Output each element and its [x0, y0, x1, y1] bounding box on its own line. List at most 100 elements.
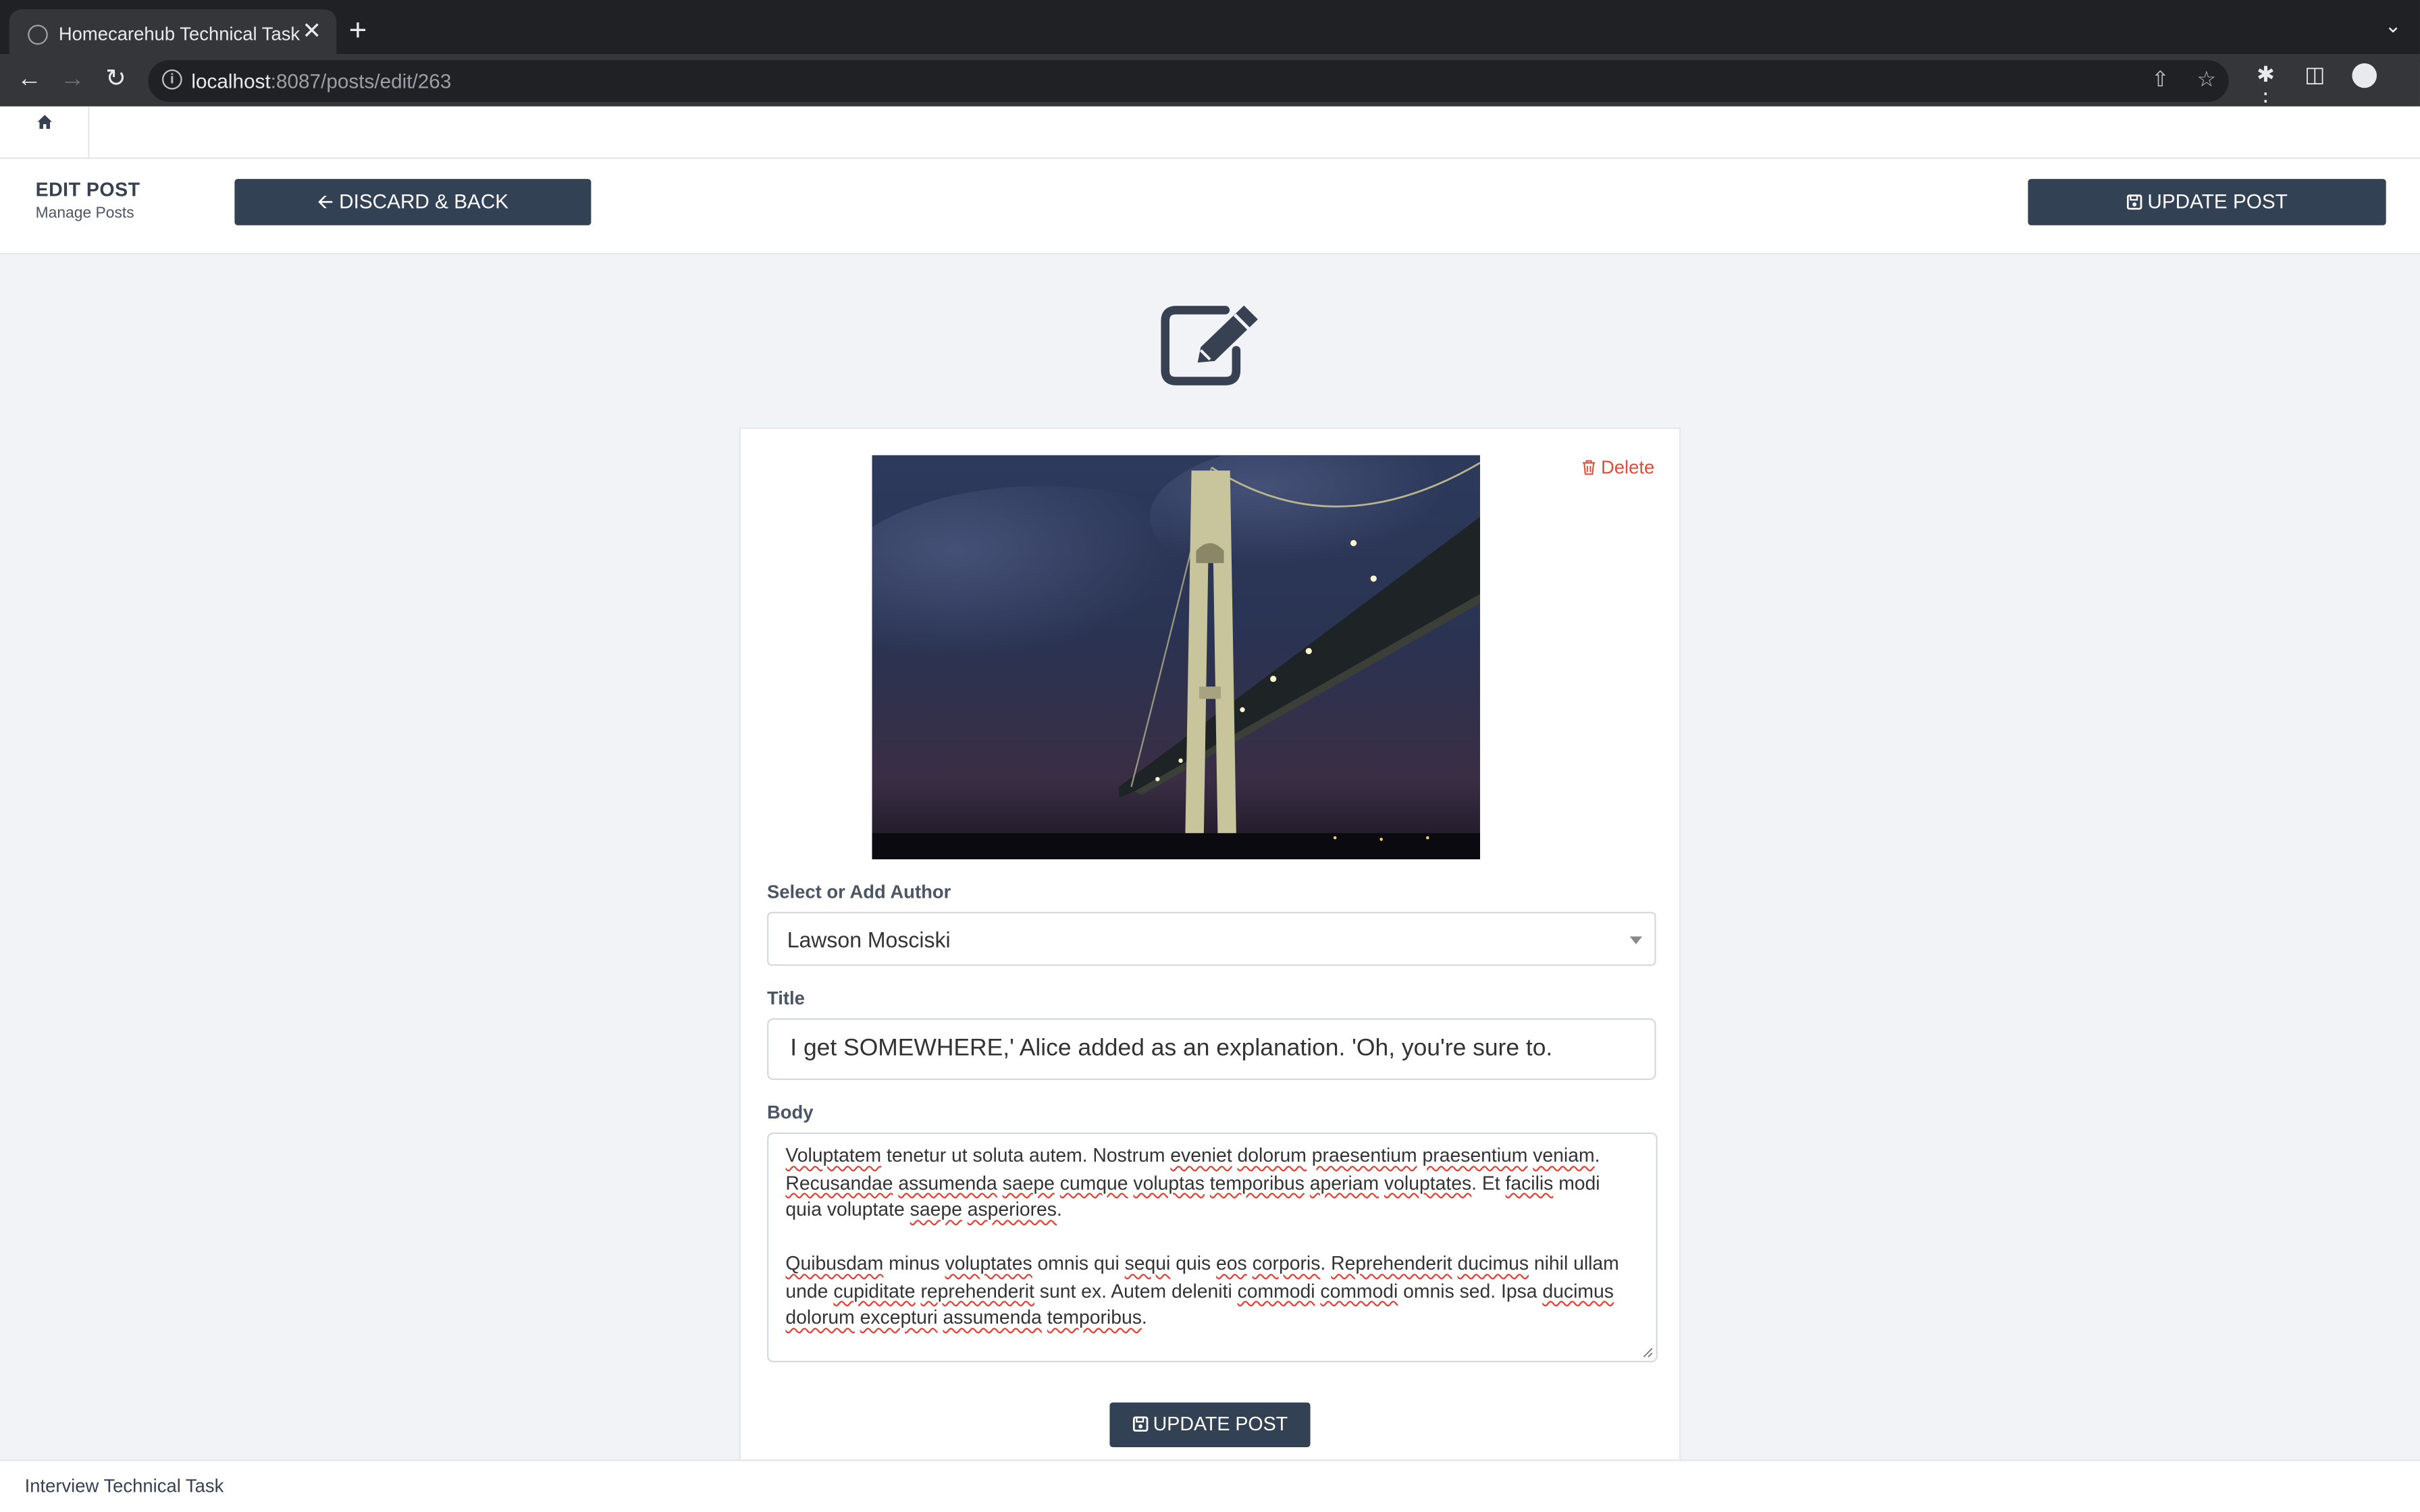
misspelled-word: Voluptatem [785, 1144, 882, 1166]
delete-image-button[interactable]: Delete [1582, 457, 1654, 479]
misspelled-word: dolorum [785, 1306, 855, 1328]
misspelled-word: ducimus [1457, 1252, 1529, 1274]
home-icon [37, 115, 53, 129]
body-text [916, 1280, 921, 1301]
resize-handle-icon[interactable] [1642, 1347, 1653, 1357]
body-text [1379, 1172, 1384, 1193]
title-input[interactable]: I get SOMEWHERE,' Alice added as an expl… [766, 1018, 1656, 1080]
page-header: EDIT POST Manage Posts 🡨 DISCARD & BACK … [0, 159, 2420, 255]
body-text: . [1056, 1198, 1062, 1220]
misspelled-word: Reprehenderit [1331, 1252, 1452, 1274]
side-panel-icon[interactable]: ◫ [2293, 61, 2336, 88]
misspelled-word: ducimus [1542, 1279, 1614, 1301]
tab-search-chevron-icon[interactable]: ⌄ [2385, 14, 2402, 39]
misspelled-word: voluptates [1384, 1171, 1472, 1193]
top-navigation [0, 106, 2420, 159]
edit-post-card: Delete Select or Add Author Lawson Mosci… [739, 427, 1681, 1477]
misspelled-word: reprehenderit [920, 1279, 1034, 1301]
share-icon[interactable]: ⇧ [2151, 66, 2169, 91]
misspelled-word: sequi [1124, 1252, 1171, 1274]
misspelled-word: temporibus [1047, 1306, 1142, 1328]
misspelled-word: saepe [910, 1198, 962, 1220]
trash-icon [1582, 460, 1596, 475]
edit-square-icon [1161, 305, 1258, 385]
misspelled-word: cupiditate [833, 1279, 916, 1301]
footer-text: Interview Technical Task [24, 1475, 224, 1497]
misspelled-word: Quibusdam [785, 1252, 884, 1274]
reload-icon[interactable]: ↻ [97, 61, 134, 99]
extensions-puzzle-icon[interactable]: ✱ [2244, 61, 2287, 88]
tab-close-icon[interactable]: ✕ [299, 17, 324, 45]
forward-arrow-icon[interactable]: → [54, 61, 91, 99]
body-text [893, 1172, 898, 1193]
page-subtitle: Manage Posts [35, 205, 134, 223]
body-text: minus [883, 1252, 945, 1274]
profile-icon[interactable] [2342, 61, 2386, 88]
body-text: tenetur ut soluta autem. Nostrum [881, 1144, 1171, 1166]
save-icon [1132, 1416, 1148, 1432]
body-text [1307, 1145, 1312, 1166]
url-text: localhost:8087/posts/edit/263 [191, 69, 452, 93]
globe-icon [28, 24, 48, 45]
back-arrow-icon[interactable]: ← [11, 61, 48, 99]
misspelled-word: veniam [1533, 1144, 1595, 1166]
body-text: . [1320, 1252, 1332, 1274]
caret-down-icon [1629, 936, 1642, 944]
author-label: Select or Add Author [766, 881, 951, 903]
misspelled-word: temporibus [1209, 1171, 1305, 1193]
save-icon [2126, 194, 2142, 210]
misspelled-word: eveniet [1170, 1144, 1232, 1166]
misspelled-word: Recusandae [785, 1171, 893, 1193]
misspelled-word: eos [1216, 1252, 1247, 1274]
body-text [1205, 1172, 1210, 1193]
body-text [997, 1172, 1003, 1193]
body-text [1055, 1172, 1060, 1193]
discard-back-button[interactable]: 🡨 DISCARD & BACK [234, 179, 591, 225]
title-label: Title [766, 987, 805, 1009]
body-text: quis [1170, 1252, 1217, 1274]
misspelled-word: saepe [1002, 1171, 1055, 1193]
browser-toolbar: ← → ↻ i localhost:8087/posts/edit/263 ⇧ … [0, 53, 2420, 113]
body-label: Body [766, 1101, 814, 1123]
misspelled-word: aperiam [1309, 1171, 1379, 1193]
body-paragraph: Quibusdam minus voluptates omnis qui seq… [785, 1251, 1639, 1332]
page-title: EDIT POST [35, 179, 140, 201]
body-text [1232, 1145, 1238, 1166]
bookmark-star-icon[interactable]: ☆ [2197, 66, 2217, 91]
body-text: . [1594, 1144, 1600, 1166]
misspelled-word: voluptas [1133, 1171, 1205, 1193]
author-select-value: Lawson Mosciski [787, 927, 951, 952]
site-info-icon[interactable]: i [161, 69, 182, 90]
body-text [1315, 1280, 1321, 1301]
misspelled-word: praesentium [1311, 1144, 1417, 1166]
new-tab-icon[interactable]: + [349, 12, 367, 49]
misspelled-word: cumque [1059, 1171, 1128, 1193]
misspelled-word: commodi [1320, 1279, 1398, 1301]
tab-title: Homecarehub Technical Task [58, 23, 300, 45]
body-text [938, 1307, 943, 1328]
body-text [1305, 1172, 1310, 1193]
misspelled-word: commodi [1237, 1279, 1315, 1301]
body-text: omnis qui [1032, 1252, 1125, 1274]
misspelled-word: assumenda [898, 1171, 997, 1193]
misspelled-word: facilis [1505, 1171, 1554, 1193]
misspelled-word: dolorum [1237, 1144, 1307, 1166]
body-paragraph: Voluptatem tenetur ut soluta autem. Nost… [785, 1143, 1639, 1224]
misspelled-word: asperiores [967, 1198, 1057, 1220]
misspelled-word: excepturi [860, 1306, 938, 1328]
misspelled-word: assumenda [943, 1306, 1042, 1328]
body-textarea[interactable]: Voluptatem tenetur ut soluta autem. Nost… [766, 1132, 1658, 1363]
body-text: sunt ex. Autem deleniti [1034, 1279, 1238, 1301]
body-text [962, 1199, 968, 1220]
post-image [872, 455, 1480, 860]
update-post-submit-button[interactable]: UPDATE POST [1109, 1402, 1311, 1447]
body-text [1417, 1145, 1423, 1166]
address-bar[interactable]: i localhost:8087/posts/edit/263 ⇧ ☆ [148, 60, 2229, 102]
body-text: . Et [1471, 1171, 1506, 1193]
misspelled-word: praesentium [1422, 1144, 1528, 1166]
page-footer: Interview Technical Task [0, 1459, 2420, 1512]
body-text: omnis sed. Ipsa [1398, 1279, 1543, 1301]
home-link[interactable] [0, 106, 90, 159]
update-post-button[interactable]: UPDATE POST [2028, 179, 2386, 225]
author-select[interactable]: Lawson Mosciski [766, 911, 1656, 966]
